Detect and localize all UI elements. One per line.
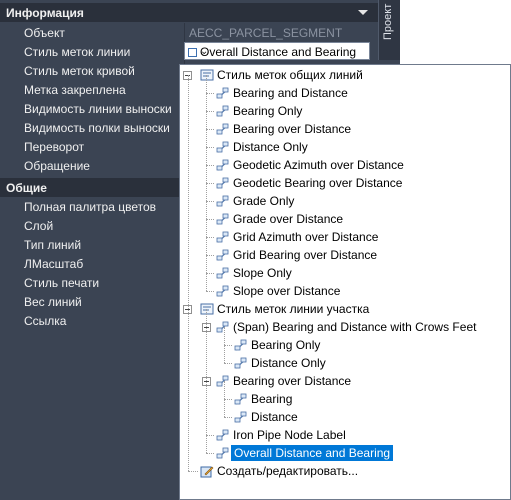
label-style-icon xyxy=(216,86,230,100)
side-tab-project[interactable]: Проект xyxy=(378,0,401,60)
tree-item-label: Bearing Only xyxy=(233,104,303,118)
tree-item-label: Bearing xyxy=(251,392,293,406)
drawing-area xyxy=(400,0,511,70)
tree-guide-line xyxy=(224,327,226,363)
tree-item-label: Slope over Distance xyxy=(233,284,341,298)
tree-item-label: Стиль меток общих линий xyxy=(217,68,363,82)
label-style-icon xyxy=(216,374,230,388)
tree-item-label: Iron Pipe Node Label xyxy=(233,428,346,442)
chevron-down-icon[interactable]: ⌄ xyxy=(200,46,364,57)
tree-item-label: Bearing over Distance xyxy=(233,122,352,136)
label-style-icon xyxy=(216,140,230,154)
property-label: Обращение xyxy=(24,159,90,173)
label-style-icon xyxy=(216,284,230,298)
label-style-icon xyxy=(216,122,230,136)
property-value-text: AECC_PARCEL_SEGMENT xyxy=(189,26,343,40)
property-label: Объект xyxy=(24,26,65,40)
tree-item-label: Bearing over Distance xyxy=(233,374,352,388)
tree-item-label: Distance Only xyxy=(251,356,326,370)
collapse-arrow-icon[interactable] xyxy=(358,10,368,15)
tree-item-label: Grade Only xyxy=(233,194,295,208)
property-label: Стиль печати xyxy=(24,276,100,290)
label-style-icon xyxy=(216,248,230,262)
tree-guide-line xyxy=(206,453,214,455)
tree-guide-line xyxy=(224,363,232,365)
label-style-icon xyxy=(216,194,230,208)
tree-item-label: Стиль меток линии участка xyxy=(217,302,370,316)
label-style-icon xyxy=(234,356,248,370)
style-icon xyxy=(188,48,197,57)
property-label: Полная палитра цветов xyxy=(24,200,157,214)
section-info-title: Информация xyxy=(6,6,84,20)
tree-guide-line xyxy=(206,291,214,293)
section-general-title: Общие xyxy=(6,181,47,195)
tree-item-label: Distance Only xyxy=(233,140,308,154)
tree-item-label: Geodetic Azimuth over Distance xyxy=(233,158,404,172)
property-label: Видимость линии выноски xyxy=(24,102,172,116)
property-label: Стиль меток кривой xyxy=(24,64,135,78)
property-label: Слой xyxy=(24,219,54,233)
tree-item-label: Overall Distance and Bearing xyxy=(231,445,394,461)
property-label: Тип линий xyxy=(24,238,82,252)
label-style-icon xyxy=(216,230,230,244)
label-style-icon xyxy=(216,176,230,190)
tree-item-label: Bearing and Distance xyxy=(233,86,348,100)
property-label: Ссылка xyxy=(24,314,67,328)
label-style-icon xyxy=(216,320,230,334)
property-label: ЛМасштаб xyxy=(24,257,84,271)
tree-guide-line xyxy=(224,417,232,419)
label-style-icon xyxy=(216,266,230,280)
label-style-icon xyxy=(216,428,230,442)
edit-icon xyxy=(200,464,214,478)
tree-item-label: Geodetic Bearing over Distance xyxy=(233,176,403,190)
tree-item-label: (Span) Bearing and Distance with Crows F… xyxy=(233,320,477,334)
label-style-icon xyxy=(216,446,230,460)
tree-guide-line xyxy=(206,309,208,453)
tree-item-label: Создать/редактировать... xyxy=(217,464,359,478)
tree-item-label: Grid Bearing over Distance xyxy=(233,248,378,262)
style-tree-popup: Стиль меток общих линий Bearing and Dista… xyxy=(179,64,511,500)
property-label: Видимость полки выноски xyxy=(24,121,170,135)
property-label: Метка закреплена xyxy=(24,83,126,97)
tree-guide-line xyxy=(224,381,226,417)
label-style-icon xyxy=(216,158,230,172)
tree-item-label: Distance xyxy=(251,410,298,424)
property-label: Вес линий xyxy=(24,295,82,309)
property-label: Стиль меток линии xyxy=(24,45,131,59)
property-value[interactable]: AECC_PARCEL_SEGMENT xyxy=(184,23,375,42)
tree-item-label: Grade over Distance xyxy=(233,212,344,226)
label-style-icon xyxy=(216,104,230,118)
tree-item-label: Slope Only xyxy=(233,266,292,280)
property-label: Переворот xyxy=(24,140,85,154)
label-style-icon xyxy=(234,392,248,406)
label-style-icon xyxy=(216,212,230,226)
label-style-icon xyxy=(234,410,248,424)
tree-item-label: Bearing Only xyxy=(251,338,321,352)
label-style-icon xyxy=(234,338,248,352)
tree-guide-line xyxy=(206,75,208,291)
tree-guide-line xyxy=(188,471,198,473)
section-info-header[interactable]: Информация xyxy=(0,3,378,22)
side-tab-label: Проект xyxy=(382,3,394,40)
line-label-style-dropdown[interactable]: Overall Distance and Bearing ⌄ xyxy=(184,42,370,60)
tree-guide-line xyxy=(188,75,190,471)
property-row[interactable]: Объект AECC_PARCEL_SEGMENT xyxy=(0,23,378,42)
tree-item-label: Grid Azimuth over Distance xyxy=(233,230,379,244)
